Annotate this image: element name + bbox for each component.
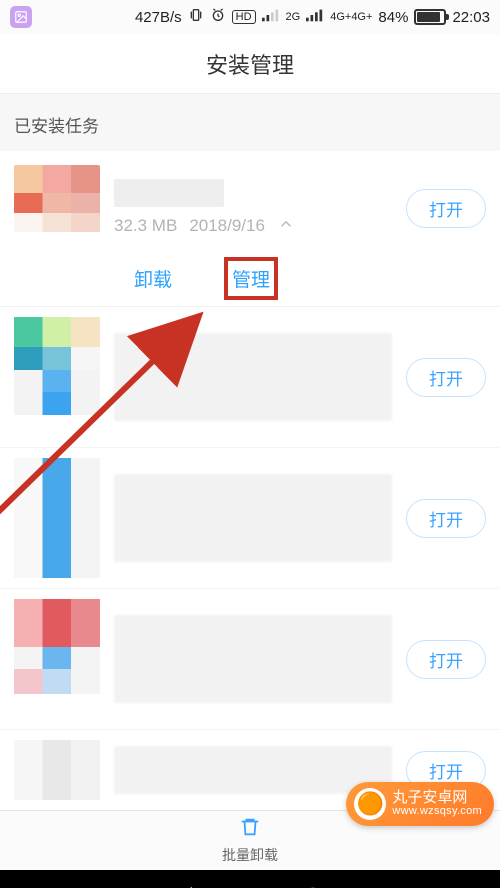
nav-back-icon[interactable] [177,885,199,888]
page-title: 安装管理 [0,34,500,94]
vibrate-icon [188,7,204,27]
open-button[interactable]: 打开 [406,640,486,679]
clock-time: 22:03 [452,9,490,26]
installed-section-header: 已安装任务 [0,94,500,151]
app-name-blurred [114,615,392,703]
nav-recent-icon[interactable] [427,885,449,888]
watermark-logo-icon: 🟠 [354,788,386,820]
net-4g-label: 4G+4G+ [330,11,372,23]
app-icon [14,165,100,251]
open-button[interactable]: 打开 [406,499,486,538]
app-row[interactable]: 32.3 MB 2018/9/16 打开 卸载 管理 [0,151,500,307]
app-row[interactable]: 打开 [0,307,500,448]
nav-home-icon[interactable] [302,885,324,888]
net-2g-label: 2G [286,11,301,23]
app-list: 32.3 MB 2018/9/16 打开 卸载 管理 打开 打开 [0,151,500,810]
trash-icon [239,816,261,843]
app-name-blurred [114,333,392,421]
app-name-blurred [114,746,392,794]
app-icon [14,740,100,800]
open-button[interactable]: 打开 [406,189,486,228]
app-icon [14,317,100,437]
app-icon [14,599,100,719]
app-row[interactable]: 打开 [0,589,500,730]
app-size: 32.3 MB [114,216,177,236]
gallery-icon [10,6,32,28]
row-actions: 卸载 管理 [14,251,486,292]
uninstall-action[interactable]: 卸载 [134,265,172,292]
app-row[interactable]: 打开 [0,448,500,589]
app-name-blurred [114,179,224,207]
chevron-up-icon[interactable] [277,215,295,238]
open-button[interactable]: 打开 [406,358,486,397]
hd-icon: HD [232,10,256,24]
signal-4g-icon [306,8,324,26]
app-name-blurred [114,474,392,562]
app-icon [14,458,100,578]
manage-action[interactable]: 管理 [232,265,270,292]
bulk-uninstall-label: 批量卸载 [222,845,278,865]
battery-icon [414,9,446,25]
net-speed: 427B/s [135,9,182,26]
watermark-badge: 🟠 丸子安卓网 www.wzsqsy.com [346,782,494,826]
system-nav-bar [0,870,500,888]
alarm-icon [210,7,226,27]
watermark-brand: 丸子安卓网 [392,790,482,806]
battery-pct: 84% [378,9,408,26]
status-bar: 427B/s HD 2G 4G+4G+ 84% 22:03 [0,0,500,34]
nav-hide-icon[interactable] [52,885,74,888]
app-date: 2018/9/16 [189,216,265,236]
watermark-url: www.wzsqsy.com [392,806,482,818]
signal-2g-icon [262,8,280,26]
